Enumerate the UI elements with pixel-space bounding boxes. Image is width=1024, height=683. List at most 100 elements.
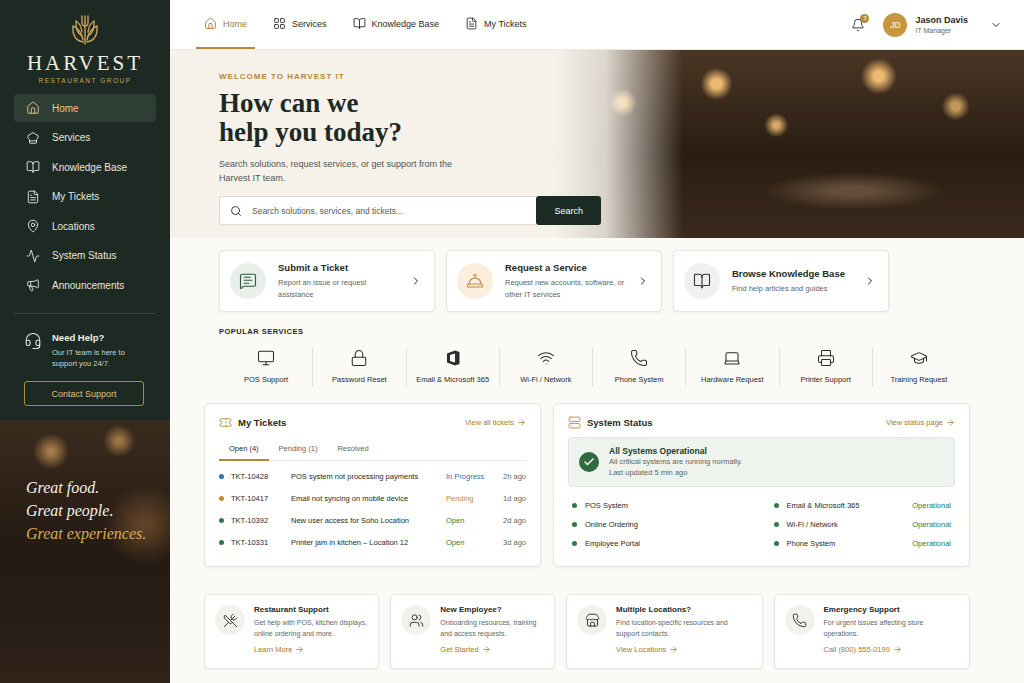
ticket-row[interactable]: TKT-10392New user access for Soho Locati… <box>219 509 526 531</box>
quick-action-card[interactable]: Browse Knowledge BaseFind help articles … <box>673 250 889 312</box>
home-icon <box>204 17 217 30</box>
help-card[interactable]: New Employee?Onboarding resources, train… <box>390 594 555 669</box>
search-button[interactable]: Search <box>536 196 601 225</box>
sidebar-item[interactable]: System Status <box>14 242 156 270</box>
sidebar-item[interactable]: Locations <box>14 212 156 240</box>
quick-action-title: Browse Knowledge Base <box>732 268 852 279</box>
service-bell-icon <box>466 272 484 290</box>
tagline-line: Great food. <box>26 476 170 499</box>
phone-icon <box>630 349 648 367</box>
search-icon <box>230 205 242 217</box>
user-menu[interactable]: JDJason DavisIT Manager <box>883 13 1002 37</box>
check-icon <box>579 452 599 472</box>
status-dot <box>219 496 224 501</box>
status-page-link[interactable]: View status page <box>886 418 955 427</box>
book-icon <box>26 160 40 174</box>
ticket-tab[interactable]: Open (4) <box>219 439 269 461</box>
sidebar-item[interactable]: My Tickets <box>14 183 156 211</box>
system-item: Email & Microsoft 365Operational <box>774 496 952 515</box>
service-item[interactable]: Password Reset <box>312 347 405 386</box>
avatar: JD <box>883 13 907 37</box>
printer-icon <box>817 349 835 367</box>
sidebar-item[interactable]: Announcements <box>14 271 156 299</box>
arrow-right-icon <box>295 645 304 654</box>
chevron-right-icon <box>637 275 649 287</box>
quick-actions: Submit a TicketReport an issue or reques… <box>204 250 970 312</box>
sidebar-item[interactable]: Home <box>14 94 156 122</box>
status-dot <box>774 522 779 527</box>
service-item[interactable]: Training Request <box>872 347 965 386</box>
ticket-row[interactable]: TKT-10331Printer jam in kitchen – Locati… <box>219 531 526 553</box>
arrow-right-icon <box>669 645 678 654</box>
logo[interactable]: HARVESTRESTAURANT GROUP <box>0 0 170 84</box>
help-card-link[interactable]: Learn More <box>254 645 368 654</box>
system-item: POS System <box>572 496 750 515</box>
ticket-row[interactable]: TKT-10428POS system not processing payme… <box>219 465 526 487</box>
hero: WELCOME TO HARVEST ITHow can wehelp you … <box>170 50 1024 238</box>
notifications-button[interactable]: 3 <box>851 18 865 32</box>
laptop-icon <box>723 349 741 367</box>
view-all-link[interactable]: View all tickets <box>465 418 526 427</box>
system-item: Phone SystemOperational <box>774 534 952 553</box>
ticket-row[interactable]: TKT-10417Email not syncing on mobile dev… <box>219 487 526 509</box>
help-card[interactable]: Restaurant SupportGet help with POS, kit… <box>204 594 379 669</box>
panel-title: System Status <box>587 417 652 428</box>
server-icon <box>568 416 581 429</box>
top-nav: HomeServicesKnowledge BaseMy Tickets <box>196 0 535 49</box>
popular-services: POPULAR SERVICES POS SupportPassword Rese… <box>204 327 970 386</box>
section-label: POPULAR SERVICES <box>219 327 970 336</box>
user-name: Jason Davis <box>915 15 968 25</box>
panel-title: My Tickets <box>238 417 286 428</box>
status-dot <box>572 541 577 546</box>
top-nav-item[interactable]: Home <box>196 0 255 49</box>
search-input[interactable] <box>250 205 526 217</box>
top-nav-item[interactable]: My Tickets <box>457 0 535 49</box>
lock-icon <box>350 349 368 367</box>
search-field[interactable] <box>219 196 536 225</box>
ticket-icon <box>219 416 232 429</box>
quick-action-card[interactable]: Request a ServiceRequest new accounts, s… <box>446 250 662 312</box>
help-cards: Restaurant SupportGet help with POS, kit… <box>204 594 970 669</box>
service-item[interactable]: Wi-Fi / Network <box>499 347 592 386</box>
sidebar-item[interactable]: Services <box>14 124 156 152</box>
contact-support-button[interactable]: Contact Support <box>24 381 144 406</box>
service-item[interactable]: Phone System <box>592 347 685 386</box>
hero-title: How can wehelp you today? <box>219 89 1024 147</box>
ticket-tabs: Open (4)Pending (1)Resolved <box>219 439 526 461</box>
status-dot <box>774 503 779 508</box>
help-title: Need Help? <box>52 332 147 343</box>
status-dot <box>774 541 779 546</box>
ticket-tab[interactable]: Pending (1) <box>269 439 328 461</box>
wifi-icon <box>537 349 555 367</box>
help-card-link[interactable]: View Locations <box>616 645 751 654</box>
document-icon <box>465 17 478 30</box>
notification-badge: 3 <box>860 14 869 23</box>
top-nav-item[interactable]: Knowledge Base <box>345 0 448 49</box>
ticket-tab[interactable]: Resolved <box>327 439 378 461</box>
help-card[interactable]: Multiple Locations?Find location-specifi… <box>566 594 762 669</box>
pulse-icon <box>26 249 40 263</box>
service-item[interactable]: Printer Support <box>779 347 872 386</box>
service-item[interactable]: Hardware Request <box>685 347 778 386</box>
service-item[interactable]: POS Support <box>219 347 312 386</box>
megaphone-icon <box>26 278 40 292</box>
search-bar: Search <box>219 196 601 225</box>
utensils-icon <box>223 613 238 628</box>
harvest-logo-icon <box>68 12 102 46</box>
status-dot <box>572 522 577 527</box>
tickets-panel: My Tickets View all tickets Open (4)Pendin… <box>204 403 541 567</box>
quick-action-card[interactable]: Submit a TicketReport an issue or reques… <box>219 250 435 312</box>
main: HomeServicesKnowledge BaseMy Tickets3JDJ… <box>170 0 1024 683</box>
status-dot <box>219 540 224 545</box>
help-text: Our IT team is here to support you 24/7. <box>52 347 147 369</box>
help-card-link[interactable]: Call (800) 555-0199 <box>824 645 959 654</box>
help-card-link[interactable]: Get Started <box>440 645 544 654</box>
headset-icon <box>24 332 42 350</box>
service-item[interactable]: Email & Microsoft 365 <box>406 347 499 386</box>
status-dot <box>572 503 577 508</box>
help-card[interactable]: Emergency SupportFor urgent issues affec… <box>774 594 970 669</box>
sidebar-item[interactable]: Knowledge Base <box>14 153 156 181</box>
quick-action-title: Request a Service <box>505 262 625 273</box>
system-item: Online Ordering <box>572 515 750 534</box>
top-nav-item[interactable]: Services <box>265 0 335 49</box>
